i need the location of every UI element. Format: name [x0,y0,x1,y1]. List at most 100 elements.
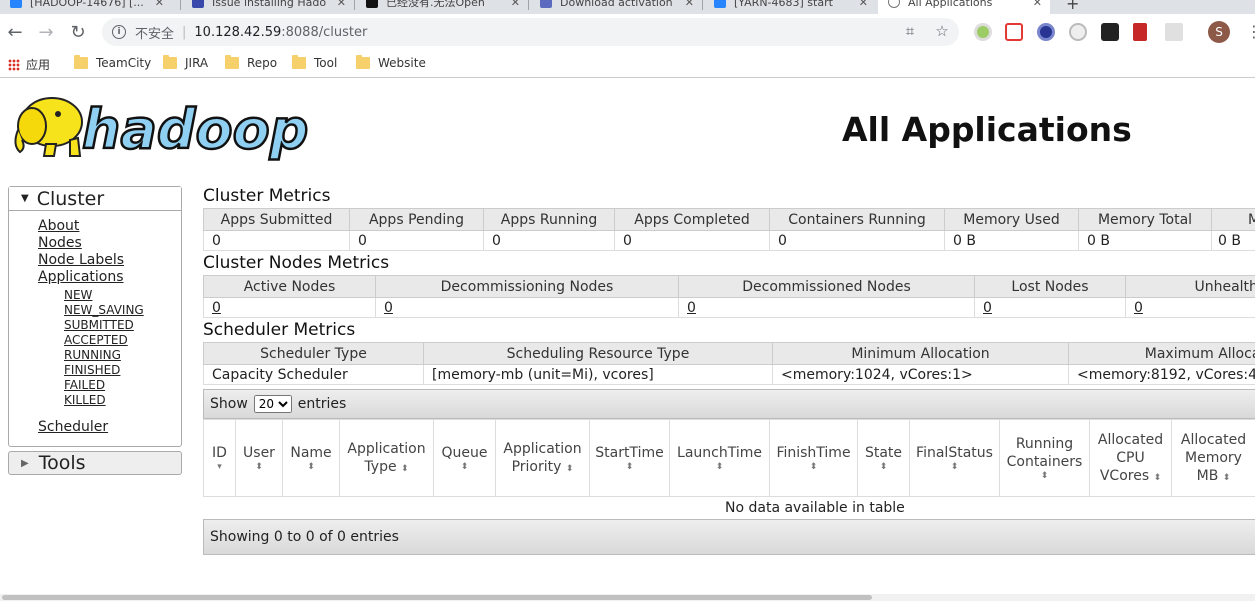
close-icon[interactable]: ✕ [859,0,868,9]
bookmark-teamcity[interactable]: TeamCity [74,55,151,70]
extension-icon[interactable] [1101,23,1119,41]
browser-tab[interactable]: Issue installing Hado ✕ [182,0,354,14]
nav-link-finished[interactable]: FINISHED [64,363,144,378]
bookmark-tool[interactable]: Tool [292,55,337,70]
nav-link-new[interactable]: NEW [64,288,144,303]
translate-icon[interactable]: ⌗ [901,22,919,40]
cluster-metrics-title: Cluster Metrics [203,186,331,206]
column-header-allocated-cpu-vcores[interactable]: Allocated CPU VCores ⬍ [1089,419,1172,497]
sort-icon: ⬍ [401,464,409,474]
metric-value: 0 B [1078,230,1212,251]
node-metrics-table: Active Nodes Decommissioning Nodes Decom… [203,275,1255,318]
info-icon[interactable]: i [112,25,126,39]
back-button[interactable]: ← [3,20,27,44]
column-header-state[interactable]: State ⬍ [857,419,910,497]
forward-button[interactable]: → [34,20,58,44]
unhealthy-nodes-link[interactable]: 0 [1134,300,1143,316]
reload-button[interactable]: ↻ [66,20,90,44]
close-icon[interactable]: ✕ [155,0,164,9]
sort-icon: ⬍ [255,462,263,472]
nav-link-killed[interactable]: KILLED [64,393,144,408]
node-metrics-title: Cluster Nodes Metrics [203,253,390,273]
decommissioned-nodes-link[interactable]: 0 [687,300,696,316]
column-header-starttime[interactable]: StartTime ⬍ [589,419,670,497]
nav-link-accepted[interactable]: ACCEPTED [64,333,144,348]
cluster-panel: ▼ Cluster About Nodes Node Labels Applic… [8,186,182,447]
nav-link-failed[interactable]: FAILED [64,378,144,393]
nav-link-node-labels[interactable]: Node Labels [38,252,144,269]
jira-favicon-icon [714,0,726,8]
extension-icon[interactable] [1165,23,1183,41]
page-size-select[interactable]: 20 [253,395,292,413]
bookmark-website[interactable]: Website [356,55,426,70]
folder-icon [163,55,177,69]
scheduler-metrics-title: Scheduler Metrics [203,320,356,340]
browser-tab[interactable]: 已经没有.无法Open ✕ [356,0,528,14]
nav-link-about[interactable]: About [38,218,144,235]
browser-tab[interactable]: [HADOOP-14676] [... ✕ [0,0,172,14]
decommissioning-nodes-link[interactable]: 0 [384,300,393,316]
extension-icon[interactable] [1005,23,1023,41]
nav-link-running[interactable]: RUNNING [64,348,144,363]
metric-value: 0 B [1211,230,1255,251]
hadoop-elephant-icon: hadoop [14,97,310,162]
column-header: Decommissioned Nodes [678,275,975,298]
browser-toolbar: ← → ↻ i 不安全 | 10.128.42.59:8088/cluster … [0,14,1255,50]
extension-icon[interactable] [974,23,992,41]
extension-icon[interactable] [1133,23,1147,41]
nav-link-nodes[interactable]: Nodes [38,235,144,252]
column-header-application-type[interactable]: Application Type ⬍ [339,419,434,497]
bookmark-jira[interactable]: JIRA [163,55,208,70]
column-header-running-containers[interactable]: Running Containers ⬍ [999,419,1090,497]
browser-tab-active[interactable]: All Applications ✕ [878,0,1050,14]
extension-icon[interactable] [1037,23,1055,41]
cluster-header[interactable]: ▼ Cluster [9,187,181,211]
hadoop-logo[interactable]: hadoop [10,90,310,162]
svg-text:hadoop: hadoop [82,98,308,161]
scheduling-resource-type: [memory-mb (unit=Mi), vcores] [423,364,773,385]
column-header-launchtime[interactable]: LaunchTime ⬍ [669,419,770,497]
nav-link-scheduler[interactable]: Scheduler [38,419,108,435]
sort-icon: ⬍ [307,462,315,472]
column-header-finalstatus[interactable]: FinalStatus ⬍ [909,419,1000,497]
column-header-user[interactable]: User ⬍ [235,419,283,497]
horizontal-scrollbar[interactable] [0,594,1255,601]
bookmark-apps[interactable]: 应用 [8,56,50,73]
column-header-queue[interactable]: Queue ⬍ [433,419,496,497]
active-nodes-link[interactable]: 0 [212,300,221,316]
menu-kebab-icon[interactable]: ⋮ [1246,22,1255,41]
close-icon[interactable]: ✕ [511,0,520,9]
scrollbar-thumb[interactable] [2,595,872,600]
column-header-application-priority[interactable]: Application Priority ⬍ [495,419,590,497]
column-header-id[interactable]: ID ▾ [203,419,236,497]
star-icon[interactable]: ☆ [933,22,951,40]
column-header-allocated-memory-mb[interactable]: Allocated Memory MB ⬍ [1171,419,1255,497]
nav-link-submitted[interactable]: SUBMITTED [64,318,144,333]
metric-value: 0 B [944,230,1079,251]
extension-icon[interactable] [1069,23,1087,41]
empty-table-message: No data available in table [725,500,905,516]
address-bar[interactable]: i 不安全 | 10.128.42.59:8088/cluster ⌗ ☆ [102,18,959,46]
sort-icon: ⬍ [460,462,469,472]
metric-value: 0 [203,230,350,251]
nav-link-new-saving[interactable]: NEW_SAVING [64,303,144,318]
close-icon[interactable]: ✕ [1033,0,1042,9]
nav-link-applications[interactable]: Applications [38,269,144,286]
close-icon[interactable]: ✕ [685,0,694,9]
folder-icon [292,55,306,69]
sort-icon: ⬍ [565,464,574,474]
sidebar: ▼ Cluster About Nodes Node Labels Applic… [8,186,182,475]
column-header: Apps Submitted [203,208,350,231]
sort-icon: ⬍ [1222,473,1231,483]
browser-tab[interactable]: Download activation ✕ [530,0,702,14]
column-header-finishtime[interactable]: FinishTime ⬍ [769,419,858,497]
tools-header[interactable]: ▶ Tools [8,451,182,475]
avatar[interactable]: S [1208,21,1230,43]
column-header-name[interactable]: Name ⬍ [282,419,340,497]
close-icon[interactable]: ✕ [337,0,346,9]
site-favicon-icon [192,0,204,8]
lost-nodes-link[interactable]: 0 [983,300,992,316]
browser-tab[interactable]: [YARN-4683] start ✕ [704,0,876,14]
bookmark-repo[interactable]: Repo [225,55,277,70]
new-tab-button[interactable]: + [1066,0,1079,13]
